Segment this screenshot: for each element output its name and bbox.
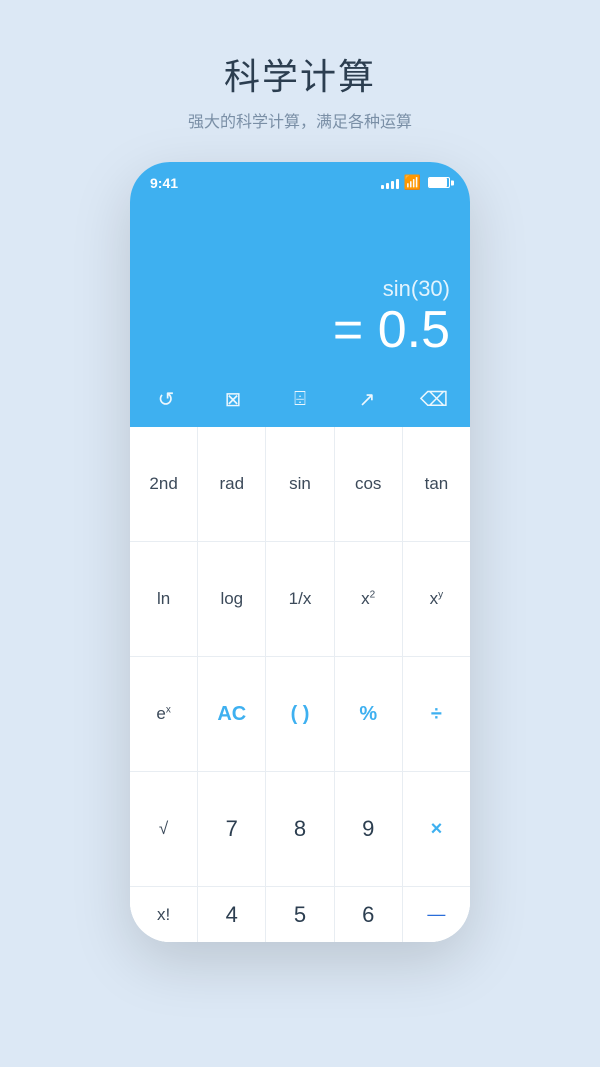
key-divide[interactable]: ÷ (403, 657, 470, 771)
key-4[interactable]: 4 (198, 887, 266, 942)
key-log[interactable]: log (198, 542, 266, 656)
key-multiply[interactable]: × (403, 772, 470, 886)
page-subtitle: 强大的科学计算，满足各种运算 (188, 108, 412, 132)
keyboard-area: 2nd rad sin cos tan ln log 1/x x2 xy ex … (130, 427, 470, 942)
key-row-5: x! 4 5 6 — (130, 887, 470, 942)
key-tan[interactable]: tan (403, 427, 470, 541)
key-ln[interactable]: ln (130, 542, 198, 656)
chart-icon: ↗ (359, 387, 376, 412)
key-sqrt[interactable]: √ (130, 772, 198, 886)
key-reciprocal[interactable]: 1/x (266, 542, 334, 656)
key-9[interactable]: 9 (335, 772, 403, 886)
key-row-1: 2nd rad sin cos tan (130, 427, 470, 542)
signal-icon (381, 177, 399, 189)
key-2nd[interactable]: 2nd (130, 427, 198, 541)
calc-expression: sin(30) (383, 276, 450, 302)
phone-frame: 9:41 📶 sin(30) = 0.5 ↺ (130, 162, 470, 942)
key-factorial[interactable]: x! (130, 887, 198, 942)
calc-result: = 0.5 (333, 302, 450, 359)
key-power[interactable]: xy (403, 542, 470, 656)
chart-button[interactable]: ↗ (349, 381, 385, 417)
wifi-icon: 📶 (404, 174, 421, 191)
battery-icon (428, 177, 450, 188)
history-icon: ↺ (158, 387, 175, 412)
key-rad[interactable]: rad (198, 427, 266, 541)
history-button[interactable]: ↺ (148, 381, 184, 417)
toolbar: ↺ ⊠ ⌹ ↗ ⌫ (130, 375, 470, 427)
key-row-4: √ 7 8 9 × (130, 772, 470, 887)
key-sin[interactable]: sin (266, 427, 334, 541)
page-title: 科学计算 (188, 48, 412, 100)
key-minus[interactable]: — (403, 887, 470, 942)
key-7[interactable]: 7 (198, 772, 266, 886)
calculator-button[interactable]: ⊠ (215, 381, 251, 417)
display-area: 9:41 📶 sin(30) = 0.5 ↺ (130, 162, 470, 427)
key-8[interactable]: 8 (266, 772, 334, 886)
status-time: 9:41 (150, 175, 178, 191)
keyboard-icon: ⌹ (294, 388, 306, 411)
key-squared[interactable]: x2 (335, 542, 403, 656)
key-5[interactable]: 5 (266, 887, 334, 942)
keyboard-button[interactable]: ⌹ (282, 381, 318, 417)
delete-icon: ⌫ (420, 387, 448, 412)
key-parens[interactable]: ( ) (266, 657, 334, 771)
key-cos[interactable]: cos (335, 427, 403, 541)
key-row-3: ex AC ( ) % ÷ (130, 657, 470, 772)
key-percent[interactable]: % (335, 657, 403, 771)
calc-result-area: sin(30) = 0.5 (130, 195, 470, 375)
status-icons: 📶 (381, 174, 450, 191)
key-6[interactable]: 6 (335, 887, 403, 942)
key-ac[interactable]: AC (198, 657, 266, 771)
delete-button[interactable]: ⌫ (416, 381, 452, 417)
calculator-icon: ⊠ (225, 387, 242, 412)
status-bar: 9:41 📶 (130, 162, 470, 195)
page-header: 科学计算 强大的科学计算，满足各种运算 (188, 48, 412, 132)
key-exp[interactable]: ex (130, 657, 198, 771)
key-row-2: ln log 1/x x2 xy (130, 542, 470, 657)
